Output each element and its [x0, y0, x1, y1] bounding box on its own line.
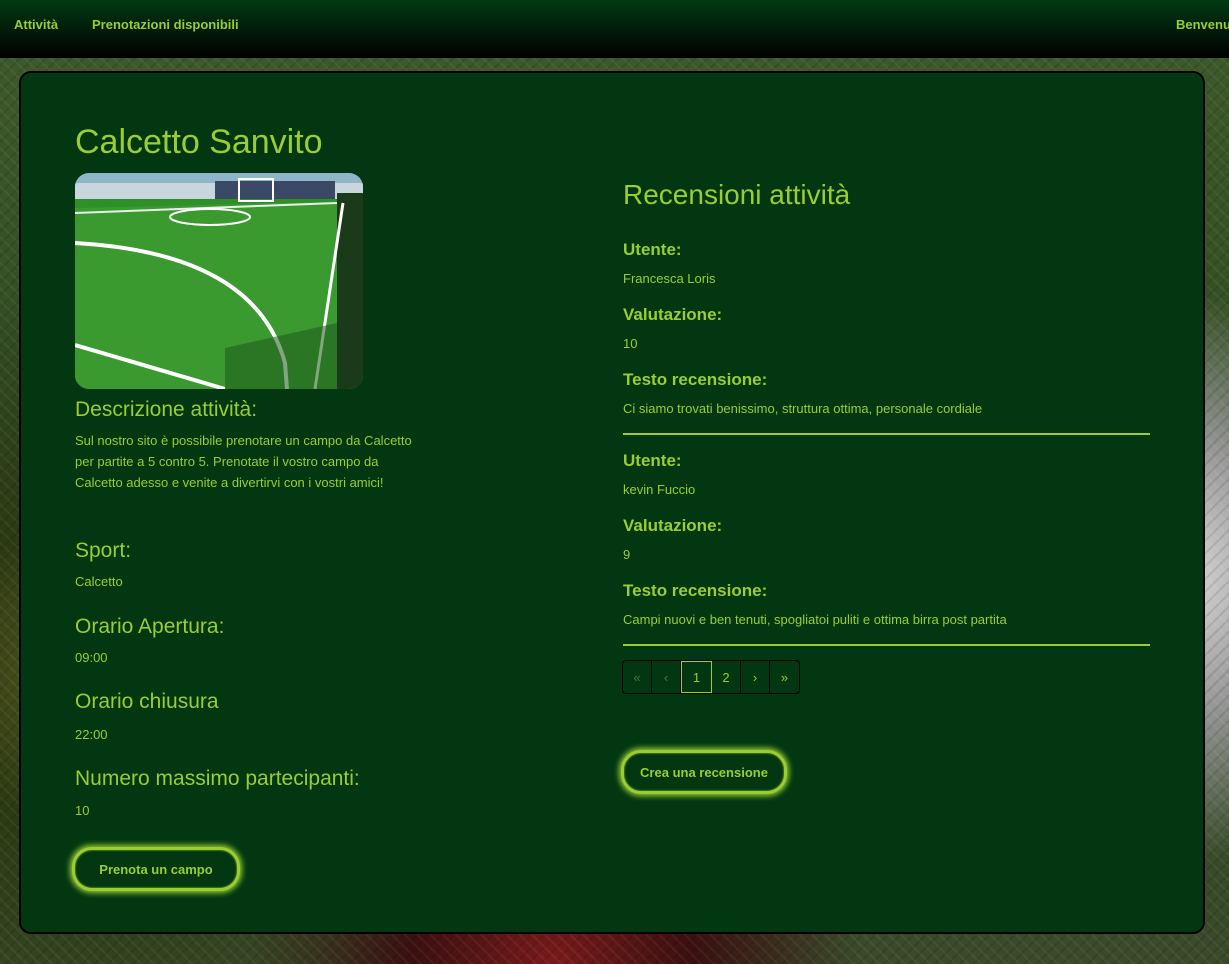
review-text-value: Campi nuovi e ben tenuti, spogliatoi pul… — [623, 612, 1007, 627]
review-text-value: Ci siamo trovati benissimo, struttura ot… — [623, 401, 983, 416]
description-label: Descrizione attività: — [75, 398, 258, 421]
create-review-button[interactable]: Crea una recensione — [621, 750, 787, 794]
description-text: Sul nostro sito è possibile prenotare un… — [75, 433, 412, 490]
field-photo — [75, 173, 363, 389]
review-divider — [623, 433, 1150, 435]
nav-activities-link[interactable]: Attività — [14, 17, 58, 32]
max-participants-value: 10 — [75, 803, 90, 818]
activity-title: Calcetto Sanvito — [75, 123, 323, 161]
opening-time-label: Orario Apertura: — [75, 615, 225, 638]
sport-value: Calcetto — [75, 574, 123, 589]
opening-time-value: 09:00 — [75, 650, 108, 665]
review-user-label: Utente: — [623, 240, 682, 259]
review-text-label: Testo recensione: — [623, 581, 768, 600]
max-participants-label: Numero massimo partecipanti: — [75, 767, 360, 790]
pagination-first-button[interactable]: « — [623, 661, 652, 693]
review-rating-value: 10 — [623, 336, 638, 351]
sport-label: Sport: — [75, 539, 132, 562]
pagination-last-button[interactable]: » — [770, 661, 799, 693]
pagination-page-2[interactable]: 2 — [712, 661, 741, 693]
review-rating-label: Valutazione: — [623, 305, 723, 324]
top-navbar: Attività Prenotazioni disponibili Benven… — [0, 0, 1229, 58]
pagination-page-1[interactable]: 1 — [681, 661, 712, 693]
review-user-value: kevin Fuccio — [623, 482, 696, 497]
closing-time-value: 22:00 — [75, 727, 108, 742]
closing-time-label: Orario chiusura — [75, 690, 219, 713]
review-rating-label: Valutazione: — [623, 516, 723, 535]
pagination-next-button[interactable]: › — [741, 661, 770, 693]
review-divider — [623, 644, 1150, 646]
reviews-pagination: « ‹ 1 2 › » — [622, 660, 800, 694]
review-user-label: Utente: — [623, 451, 682, 470]
nav-bookings-link[interactable]: Prenotazioni disponibili — [92, 17, 239, 32]
welcome-text: Benvenu — [1176, 17, 1229, 32]
activity-card: Calcetto Sanvito Descrizione attività: S… — [19, 71, 1205, 934]
review-user-value: Francesca Loris — [623, 271, 716, 286]
review-text-label: Testo recensione: — [623, 370, 768, 389]
pagination-prev-button[interactable]: ‹ — [652, 661, 681, 693]
review-rating-value: 9 — [623, 547, 631, 562]
reviews-title: Recensioni attività — [623, 179, 851, 210]
book-field-button[interactable]: Prenota un campo — [72, 847, 240, 891]
